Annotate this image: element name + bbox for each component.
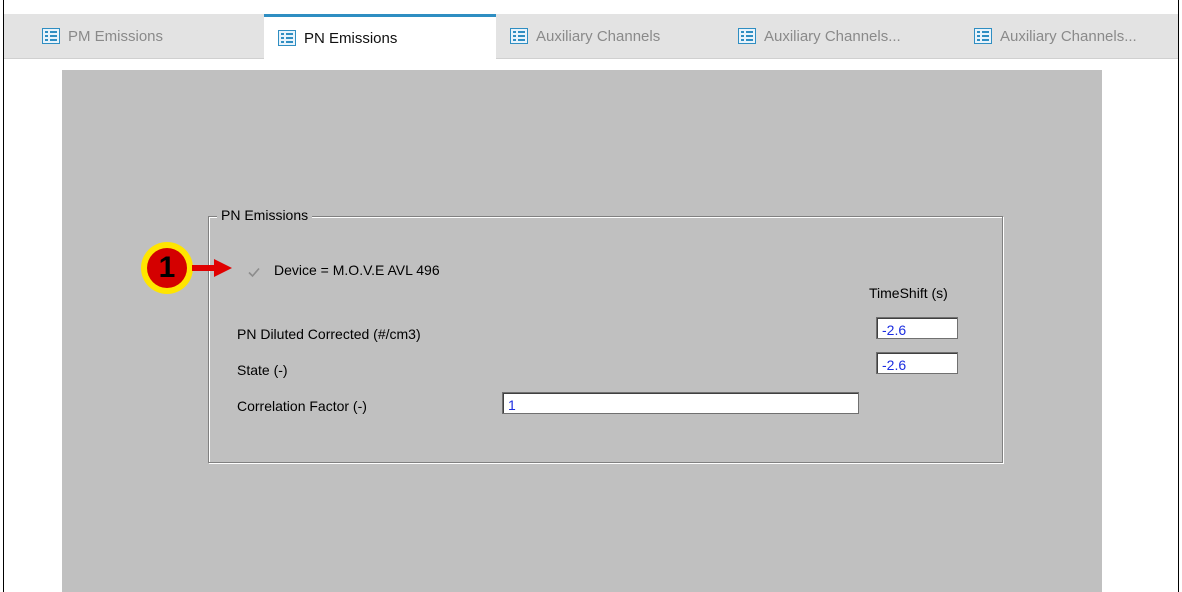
tab-auxiliary-channels-1[interactable]: Auxiliary Channels — [510, 14, 660, 58]
correlation-factor-label: Correlation Factor (-) — [237, 398, 367, 414]
tab-label: Auxiliary Channels... — [1000, 27, 1137, 45]
callout-badge: 1 — [141, 242, 193, 294]
tab-label: Auxiliary Channels... — [764, 27, 901, 45]
device-label: Device = M.O.V.E AVL 496 — [274, 262, 440, 278]
state-timeshift-input[interactable] — [876, 352, 958, 374]
timeshift-header: TimeShift (s) — [869, 285, 948, 301]
tab-label: PM Emissions — [68, 27, 164, 45]
pn-diluted-timeshift-input[interactable] — [876, 317, 958, 339]
pn-diluted-label: PN Diluted Corrected (#/cm3) — [237, 326, 421, 342]
correlation-factor-input[interactable] — [502, 392, 859, 414]
tab-auxiliary-channels-3[interactable]: Auxiliary Channels... — [974, 14, 1137, 58]
form-icon — [510, 28, 528, 44]
form-icon — [738, 28, 756, 44]
callout-arrow-icon — [192, 259, 232, 277]
form-icon — [278, 30, 296, 46]
tab-auxiliary-channels-2[interactable]: Auxiliary Channels... — [738, 14, 901, 58]
tab-label: Auxiliary Channels — [536, 27, 661, 45]
form-icon — [42, 28, 60, 44]
form-icon — [974, 28, 992, 44]
state-label: State (-) — [237, 362, 288, 378]
settings-panel: PN Emissions Device = M.O.V.E AVL 496 Ti… — [62, 70, 1102, 592]
groupbox-title: PN Emissions — [217, 207, 313, 223]
window-frame: PM Emissions PN Emissions Auxiliary Chan… — [3, 0, 1179, 592]
tab-bar: PM Emissions PN Emissions Auxiliary Chan… — [4, 14, 1178, 59]
device-checkbox[interactable] — [247, 265, 261, 279]
tab-pn-emissions[interactable]: PN Emissions — [264, 14, 496, 59]
tab-pm-emissions[interactable]: PM Emissions — [42, 14, 163, 58]
tab-label: PN Emissions — [304, 29, 398, 47]
callout-number: 1 — [147, 248, 187, 288]
pn-emissions-groupbox: PN Emissions Device = M.O.V.E AVL 496 Ti… — [208, 207, 1003, 463]
